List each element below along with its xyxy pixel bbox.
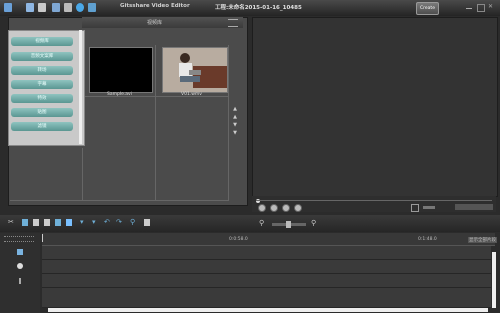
chat-icon[interactable] (76, 3, 84, 12)
thumbnail-caption: V01.wmv (181, 92, 202, 97)
thumbnail-caption: Sample.avi (107, 92, 132, 97)
crop-icon[interactable] (66, 219, 72, 226)
preview-extra-control[interactable] (455, 204, 493, 210)
playhead[interactable] (42, 234, 43, 242)
delete-icon[interactable] (22, 219, 28, 226)
media-panel-header (82, 17, 243, 28)
split-icon[interactable] (55, 219, 61, 226)
audio-track[interactable] (42, 260, 491, 274)
fullscreen-icon[interactable] (411, 204, 419, 212)
sidebar-item-video-library[interactable]: 视频库 (11, 37, 73, 46)
share-icon[interactable] (88, 3, 96, 12)
timeline-vertical-scrollbar[interactable] (492, 252, 496, 308)
track-grip (4, 236, 34, 242)
media-cell[interactable] (83, 97, 156, 149)
ruler-label: 0:0:58.0 (229, 237, 248, 242)
timeline-toolbar (0, 215, 500, 232)
scroll-bottom-icon[interactable]: ▼ (232, 130, 238, 136)
video-thumbnail[interactable] (162, 47, 228, 93)
open-project-icon[interactable] (38, 3, 46, 12)
sidebar-scrollbar[interactable] (79, 30, 82, 144)
marker-in-icon[interactable]: ▾ (80, 219, 86, 226)
effect-track[interactable] (42, 288, 491, 308)
new-project-icon[interactable] (26, 3, 34, 12)
video-track-icon (17, 249, 23, 255)
app-title: Gitsshare Video Editor (120, 3, 190, 9)
zoom-out-icon[interactable]: ⚲ (259, 219, 264, 227)
subtitle-track-icon (19, 278, 21, 284)
project-name: 工程:未命名2015-01-16_10485 (215, 5, 302, 11)
show-all-clips-button[interactable]: 显示全部片段 (468, 237, 497, 243)
sidebar-item-audio-library[interactable]: 音频文案库 (11, 52, 73, 61)
next-frame-icon[interactable] (294, 204, 302, 212)
media-cell[interactable] (83, 148, 156, 201)
subtitle-track[interactable] (42, 274, 491, 288)
sidebar-item-transitions[interactable]: 转场 (11, 66, 73, 75)
sidebar-item-subtitles[interactable]: 字幕 (11, 80, 73, 89)
prev-frame-icon[interactable] (282, 204, 290, 212)
minimize-icon[interactable] (466, 4, 472, 9)
volume-icon[interactable] (423, 206, 435, 209)
app-logo-icon (4, 3, 12, 12)
scroll-top-icon[interactable]: ▲ (232, 106, 238, 112)
copy-icon[interactable] (33, 219, 39, 226)
paste-icon[interactable] (44, 219, 50, 226)
video-thumbnail[interactable] (89, 47, 153, 93)
save-icon[interactable] (52, 3, 60, 12)
audio-track-icon (17, 263, 23, 269)
sidebar-item-effects[interactable]: 特效 (11, 94, 73, 103)
preview-screen (252, 17, 498, 197)
scroll-down-icon[interactable]: ▼ (232, 122, 238, 128)
create-button[interactable]: Create (416, 2, 439, 15)
pin-icon[interactable]: ⚲ (130, 219, 136, 226)
stop-icon[interactable] (270, 204, 278, 212)
video-track[interactable] (42, 246, 491, 260)
zoom-in-icon[interactable]: ⚲ (311, 219, 316, 227)
menu-icon[interactable] (228, 19, 238, 27)
zoom-handle[interactable] (286, 221, 291, 228)
sidebar-item-stickers[interactable]: 贴图 (11, 108, 73, 117)
undo-icon[interactable]: ↶ (104, 219, 110, 226)
marker-out-icon[interactable]: ▾ (92, 219, 98, 226)
track-header-column (0, 233, 40, 313)
person-laptop-image (163, 48, 227, 92)
close-icon[interactable]: ✕ (488, 4, 494, 10)
media-cell[interactable] (156, 97, 229, 149)
maximize-icon[interactable] (477, 4, 485, 12)
seek-bar[interactable] (256, 200, 492, 201)
scroll-up-icon[interactable]: ▲ (232, 114, 238, 120)
settings-icon[interactable] (144, 219, 150, 226)
sidebar-item-filters[interactable]: 滤镜 (11, 122, 73, 131)
help-icon[interactable] (64, 3, 72, 12)
play-icon[interactable] (258, 204, 266, 212)
redo-icon[interactable]: ↷ (116, 219, 122, 226)
media-cell[interactable] (10, 148, 83, 201)
media-cell[interactable] (156, 148, 229, 201)
timeline-horizontal-scrollbar[interactable] (48, 308, 488, 312)
cut-icon[interactable]: ✂ (8, 219, 14, 226)
media-panel-title: 视频库 (147, 20, 163, 26)
ruler-label: 0:1:48.0 (418, 237, 437, 242)
